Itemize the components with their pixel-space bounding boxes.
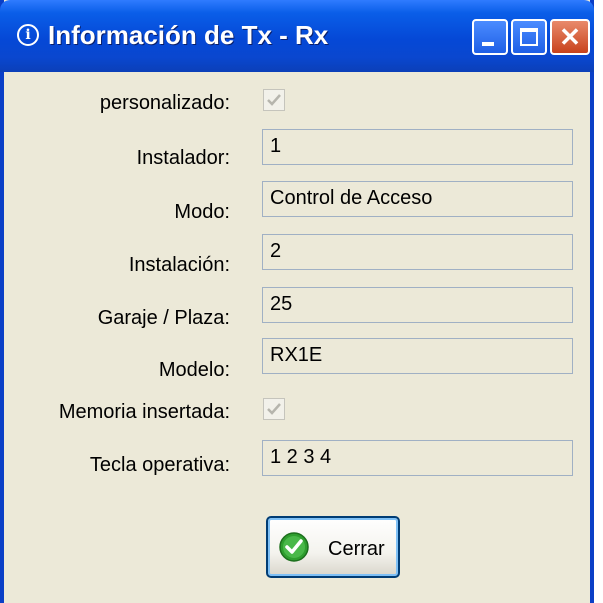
modo-field[interactable]: Control de Acceso	[262, 181, 573, 217]
window-title: Información de Tx - Rx	[48, 20, 329, 50]
maximize-button[interactable]	[511, 19, 547, 55]
green-check-icon	[279, 532, 309, 562]
info-icon: i	[17, 24, 39, 46]
label-personalizado: personalizado:	[99, 92, 230, 114]
minimize-button[interactable]	[472, 19, 508, 55]
tecla-operativa-field[interactable]: 1 2 3 4	[262, 440, 573, 476]
label-tecla-operativa: Tecla operativa:	[89, 454, 230, 476]
dialog-window: i Información de Tx - Rx ✕ personalizado…	[0, 0, 594, 603]
label-modelo: Modelo:	[158, 359, 230, 381]
cerrar-button[interactable]: Cerrar	[266, 516, 400, 578]
personalizado-checkbox[interactable]	[263, 89, 285, 111]
label-memoria-insertada: Memoria insertada:	[58, 401, 230, 423]
instalador-field[interactable]: 1	[262, 129, 573, 165]
close-window-button[interactable]: ✕	[550, 19, 590, 55]
checkmark-icon	[267, 403, 281, 415]
checkmark-icon	[267, 94, 281, 106]
modelo-field[interactable]: RX1E	[262, 338, 573, 374]
label-instalacion: Instalación:	[128, 254, 230, 276]
label-modo: Modo:	[174, 201, 230, 223]
label-garaje-plaza: Garaje / Plaza:	[97, 307, 230, 329]
close-icon: ✕	[559, 22, 581, 52]
maximize-icon	[520, 28, 538, 46]
title-bar[interactable]: i Información de Tx - Rx ✕	[0, 0, 594, 72]
minimize-icon	[482, 42, 494, 46]
cerrar-button-label: Cerrar	[328, 538, 385, 560]
garaje-plaza-field[interactable]: 25	[262, 287, 573, 323]
label-instalador: Instalador:	[136, 147, 230, 169]
memoria-insertada-checkbox[interactable]	[263, 398, 285, 420]
instalacion-field[interactable]: 2	[262, 234, 573, 270]
